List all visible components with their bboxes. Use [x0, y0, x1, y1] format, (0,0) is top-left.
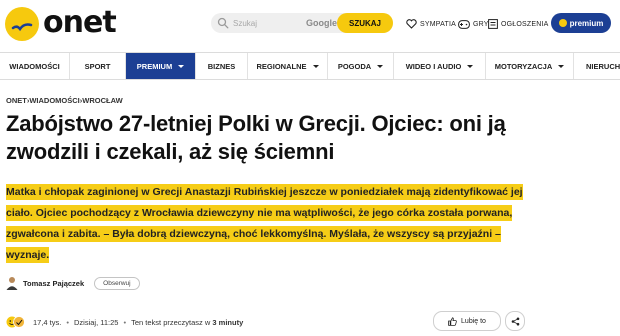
- sympatia-link[interactable]: SYMPATIA: [406, 17, 456, 31]
- gamepad-icon: [458, 19, 470, 29]
- breadcrumb-wiadomosci[interactable]: WIADOMOŚCI: [29, 96, 79, 105]
- author-name[interactable]: Tomasz Pajączek: [23, 279, 84, 288]
- search-button[interactable]: SZUKAJ: [337, 13, 393, 33]
- premium-button[interactable]: premium: [551, 13, 611, 33]
- premium-label: premium: [569, 18, 604, 28]
- nav-item-label: SPORT: [84, 61, 111, 71]
- meta-separator: •: [66, 317, 69, 327]
- share-button[interactable]: [505, 311, 525, 331]
- chevron-down-icon: [467, 64, 474, 68]
- nav-item-regionalne[interactable]: REGIONALNE: [248, 53, 328, 79]
- publish-date: Dzisiaj, 11:25: [74, 317, 119, 327]
- breadcrumb: ONET›WIADOMOŚCI›WROCŁAW: [6, 96, 123, 105]
- nav-item-sport[interactable]: SPORT: [70, 53, 126, 79]
- author-row: Tomasz Pajączek Obserwuj: [6, 275, 140, 291]
- ogloszenia-label: OGŁOSZENIA: [501, 20, 549, 28]
- sympatia-label: SYMPATIA: [420, 20, 456, 28]
- nav-item-nieruchomosci[interactable]: NIERUCHO: [574, 53, 620, 79]
- onet-logo[interactable]: onet: [5, 4, 117, 42]
- nav-item-label: BIZNES: [207, 61, 236, 71]
- like-label: Lubię to: [461, 317, 486, 325]
- chevron-down-icon: [377, 64, 384, 68]
- nav-item-motoryzacja[interactable]: MOTORYZACJA: [486, 53, 574, 79]
- chevron-down-icon: [178, 64, 185, 68]
- main-nav: WIADOMOŚCI SPORT PREMIUM BIZNES REGIONAL…: [0, 52, 620, 80]
- article-title: Zabójstwo 27-letniej Polki w Grecji. Ojc…: [6, 111, 506, 164]
- premium-dot-icon: [558, 19, 567, 27]
- read-time-value: 3 minuty: [212, 317, 244, 327]
- article-meta: 17,4 tys. • Dzisiaj, 11:25 • Ten tekst p…: [6, 315, 243, 329]
- author-avatar-icon: [6, 277, 18, 290]
- google-label: Google: [306, 18, 337, 28]
- ogloszenia-link[interactable]: OGŁOSZENIA: [488, 17, 549, 31]
- read-time-prefix: Ten tekst przeczytasz w: [131, 317, 211, 327]
- site-header: onet Google SZUKAJ SYMPATIA GRY OGŁOSZEN…: [0, 0, 620, 48]
- nav-item-label: POGODA: [337, 61, 372, 71]
- nav-item-premium[interactable]: PREMIUM: [126, 53, 196, 79]
- nav-item-label: NIERUCHO: [586, 61, 620, 71]
- search-input[interactable]: [233, 13, 313, 33]
- reactions-icon: [6, 316, 25, 328]
- nav-item-label: WIADOMOŚCI: [9, 61, 60, 71]
- nav-item-label: MOTORYZACJA: [494, 61, 553, 71]
- breadcrumb-onet[interactable]: ONET: [6, 96, 27, 105]
- heart-icon: [406, 19, 417, 29]
- reactions-count: 17,4 tys.: [33, 317, 62, 327]
- follow-button[interactable]: Obserwuj: [94, 276, 140, 290]
- breadcrumb-wroclaw[interactable]: WROCŁAW: [82, 96, 122, 105]
- nav-item-wiadomosci[interactable]: WIADOMOŚCI: [0, 53, 70, 79]
- nav-item-wideo-i-audio[interactable]: WIDEO I AUDIO: [394, 53, 486, 79]
- logo-dot-icon: [5, 7, 39, 41]
- share-icon: [511, 317, 519, 325]
- nav-item-biznes[interactable]: BIZNES: [196, 53, 248, 79]
- thumbs-up-icon: [448, 316, 457, 326]
- gry-label: GRY: [473, 20, 489, 28]
- search-icon: [217, 17, 229, 29]
- gry-link[interactable]: GRY: [458, 17, 489, 31]
- nav-item-label: PREMIUM: [136, 61, 173, 71]
- nav-item-label: REGIONALNE: [256, 61, 307, 71]
- listing-icon: [488, 19, 498, 29]
- chevron-down-icon: [558, 64, 565, 68]
- nav-item-pogoda[interactable]: POGODA: [328, 53, 394, 79]
- nav-item-label: WIDEO I AUDIO: [405, 61, 462, 71]
- logo-text: onet: [43, 5, 117, 40]
- article-lead: Matka i chłopak zaginionej w Grecji Anas…: [6, 182, 526, 266]
- article-lead-text: Matka i chłopak zaginionej w Grecji Anas…: [6, 184, 523, 263]
- like-button[interactable]: Lubię to: [433, 311, 501, 331]
- meta-separator: •: [123, 317, 127, 327]
- chevron-down-icon: [312, 64, 319, 68]
